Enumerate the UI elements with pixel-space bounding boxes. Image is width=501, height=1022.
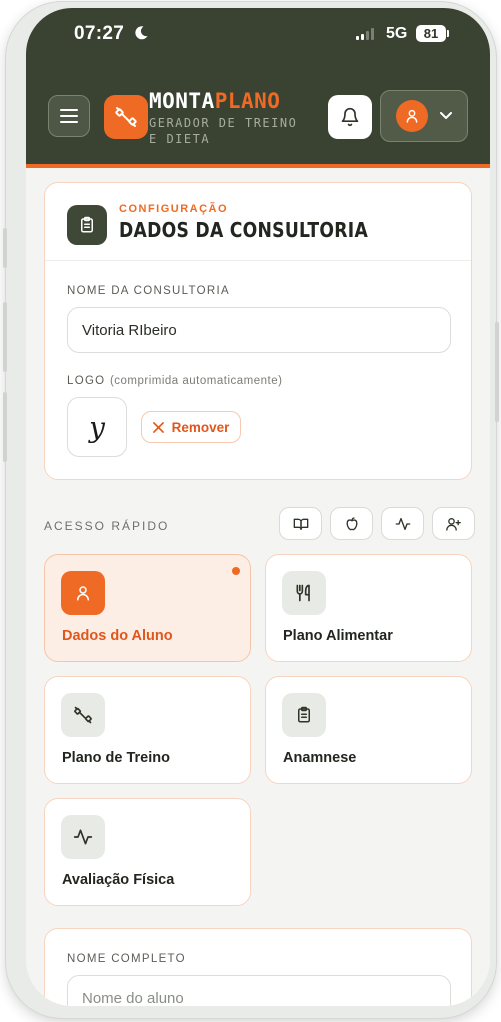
menu-button[interactable] [48,95,90,137]
tile-label: Plano Alimentar [283,628,393,644]
card-header: CONFIGURAÇÃO DADOS DA CONSULTORIA [45,183,471,261]
brand: MONTAPLANO GERADOR DE TREINO E DIETA [149,89,309,147]
active-indicator-dot [232,567,240,575]
section-title: DADOS DA CONSULTORIA [119,218,369,242]
consultancy-name-label: NOME DA CONSULTORIA [67,285,230,297]
hamburger-icon [60,109,78,123]
main-content: CONFIGURAÇÃO DADOS DA CONSULTORIA NOME D… [26,172,490,1006]
brand-subtitle: GERADOR DE TREINO E DIETA [149,116,298,146]
tile-icon-box [282,571,326,615]
app-header: 07:27 5G 81 MONTAPLANO GERADOR DE TREINO… [26,8,490,168]
battery-tip [447,30,449,37]
tile-label: Plano de Treino [62,750,170,766]
config-icon-box [67,205,107,245]
logo-image: y [89,410,105,444]
phone-frame: 07:27 5G 81 MONTAPLANO GERADOR DE TREINO… [3,2,499,1018]
brand-title-part1: MONTA [149,89,215,113]
apple-icon [346,516,357,530]
quick-book-button[interactable] [279,507,322,540]
tile-icon-box [282,693,326,737]
tile-workout-plan[interactable]: Plano de Treino [44,676,251,784]
quick-access-label: ACESSO RÁPIDO [44,519,170,533]
remove-logo-label: Remover [171,419,230,435]
quick-diet-button[interactable] [330,507,373,540]
activity-icon [395,517,410,530]
mute-switch [3,228,7,268]
section-kicker: CONFIGURAÇÃO [119,203,229,215]
logo-preview[interactable]: y [67,397,127,457]
dumbbell-icon [74,706,92,724]
close-icon [152,421,164,433]
utensils-icon [296,584,310,602]
brand-title-part2: PLANO [214,89,281,113]
clipboard-icon [298,706,310,723]
status-bar: 07:27 5G 81 [26,8,490,60]
avatar [396,100,428,132]
logo-label: LOGO (comprimida automaticamente) [67,375,282,387]
profile-menu-button[interactable] [380,90,468,142]
brand-title: MONTAPLANO [149,89,309,113]
quick-add-student-button[interactable] [432,507,475,540]
quick-access-shortcuts [279,507,475,540]
tile-label: Avaliação Física [62,872,175,888]
tile-student-data[interactable]: Dados do Aluno [44,554,251,662]
tile-icon-box [61,571,105,615]
power-button [495,322,499,422]
volume-up-button [3,302,7,372]
network-type: 5G [386,25,408,42]
status-time: 07:27 [74,23,125,44]
moon-icon [135,26,148,40]
chevron-down-icon [440,112,452,119]
volume-down-button [3,392,7,462]
notifications-button[interactable] [328,95,372,139]
tile-diet-plan[interactable]: Plano Alimentar [265,554,472,662]
app-logo [104,95,148,139]
quick-assessment-button[interactable] [381,507,424,540]
dumbbell-icon [115,107,137,127]
tile-label: Anamnese [283,750,357,766]
battery-icon: 81 [416,25,446,42]
student-form-card: NOME COMPLETO [44,928,472,1006]
bell-icon [341,107,359,127]
clipboard-icon [81,216,93,233]
tile-icon-box [61,815,105,859]
logo-hint: (comprimida automaticamente) [109,375,283,387]
user-icon [77,586,89,601]
activity-icon [73,829,93,845]
logo-label-text: LOGO [67,375,106,387]
tile-label: Dados do Aluno [62,628,173,644]
user-plus-icon [446,517,461,531]
tile-anamnesis[interactable]: Anamnese [265,676,472,784]
signal-icon [356,28,374,40]
consultancy-name-input[interactable] [67,307,451,353]
tile-physical-assessment[interactable]: Avaliação Física [44,798,251,906]
consultancy-settings-card: CONFIGURAÇÃO DADOS DA CONSULTORIA NOME D… [44,182,472,480]
tile-icon-box [61,693,105,737]
full-name-input[interactable] [67,975,451,1006]
user-icon [406,109,418,123]
full-name-label: NOME COMPLETO [67,953,186,965]
book-icon [293,518,308,530]
app-screen: 07:27 5G 81 MONTAPLANO GERADOR DE TREINO… [26,8,490,1006]
remove-logo-button[interactable]: Remover [141,411,241,443]
